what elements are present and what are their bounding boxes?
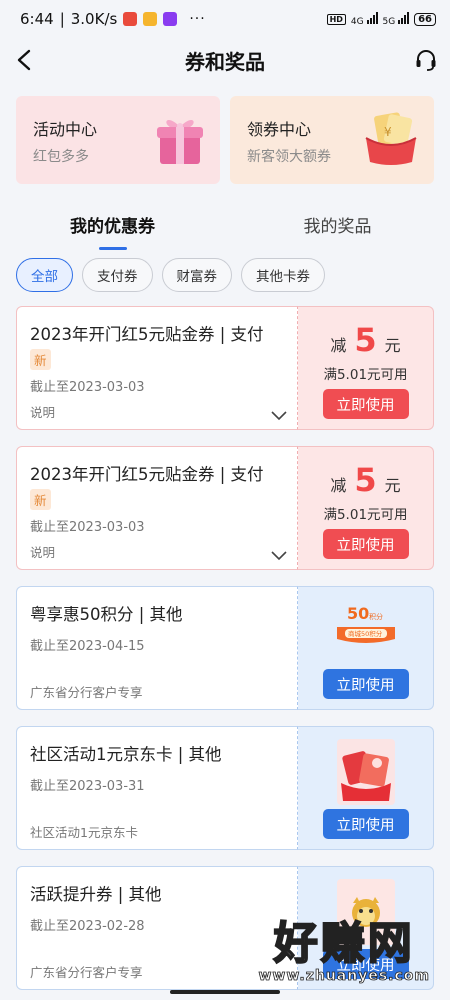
coupon-condition: 满5.01元可用 bbox=[323, 367, 408, 383]
filter-chip-other[interactable]: 其他卡券 bbox=[241, 258, 325, 292]
new-badge: 新 bbox=[30, 489, 51, 510]
chevron-down-icon[interactable] bbox=[271, 411, 287, 421]
points-amount: 50 bbox=[347, 604, 369, 623]
filter-chips: 全部 支付券 财富券 其他卡券 bbox=[0, 258, 450, 292]
net-speed: 3.0K/s bbox=[70, 10, 118, 28]
notification-app-icon bbox=[143, 12, 158, 26]
page-title: 券和奖品 bbox=[185, 49, 265, 74]
signal-icon: 5G bbox=[383, 11, 410, 27]
coupon-value-panel: 立即使用 bbox=[298, 726, 434, 850]
coupon-title: 活跃提升券 | 其他 bbox=[30, 885, 162, 904]
coupon-value-panel: 50 积分 商城50积分 立即使用 bbox=[298, 586, 434, 710]
coupon-description: 广东省分行客户专享 bbox=[30, 965, 143, 980]
more-notifications-icon: ··· bbox=[189, 11, 206, 27]
coupon-title: 粤享惠50积分 | 其他 bbox=[30, 605, 183, 624]
chevron-down-icon[interactable] bbox=[271, 551, 287, 561]
filter-chip-all[interactable]: 全部 bbox=[16, 258, 73, 292]
points-coupon-thumbnail: 50 积分 商城50积分 bbox=[336, 604, 395, 643]
points-label: 商城50积分 bbox=[348, 629, 383, 638]
notification-app-icon bbox=[163, 12, 178, 26]
use-now-button[interactable]: 立即使用 bbox=[322, 669, 409, 699]
coupon-amount: 减 5 元 bbox=[330, 461, 401, 499]
coupon-expiry: 截止至2023-02-28 bbox=[30, 919, 145, 934]
coupon-title: 社区活动1元京东卡 | 其他 bbox=[30, 745, 222, 764]
back-arrow-icon bbox=[17, 49, 31, 71]
coupon-expiry: 截止至2023-03-03 bbox=[30, 380, 145, 395]
red-envelope-icon: ¥ bbox=[365, 112, 417, 165]
gift-box-icon bbox=[157, 119, 203, 164]
coupon-value-panel: 减 5 元 满5.01元可用 立即使用 bbox=[298, 446, 434, 570]
coupon-description: 广东省分行客户专享 bbox=[30, 685, 143, 700]
coupon-list: 2023年开门红5元贴金券 | 支付 新 截止至2023-03-03 说明 减 … bbox=[0, 306, 450, 990]
headset-icon bbox=[416, 50, 436, 71]
coupon-title: 2023年开门红5元贴金券 | 支付 bbox=[30, 325, 264, 344]
coupon-info: 活跃提升券 | 其他 截止至2023-02-28 广东省分行客户专享 bbox=[16, 866, 298, 990]
use-now-button[interactable]: 立即使用 bbox=[322, 389, 409, 419]
back-button[interactable] bbox=[10, 46, 38, 74]
coupon-title: 2023年开门红5元贴金券 | 支付 bbox=[30, 465, 264, 484]
coupon-description: 社区活动1元京东卡 bbox=[30, 825, 138, 840]
hd-icon: HD bbox=[326, 13, 346, 25]
coupon-center-card[interactable]: 领券中心 新客领大额券 ¥ bbox=[230, 96, 434, 184]
coupon-description-link[interactable]: 说明 bbox=[30, 402, 55, 421]
activity-center-card[interactable]: 活动中心 红包多多 bbox=[16, 96, 220, 184]
filter-chip-payment[interactable]: 支付券 bbox=[82, 258, 153, 292]
coupon-card[interactable]: 2023年开门红5元贴金券 | 支付 新 截止至2023-03-03 说明 减 … bbox=[16, 446, 434, 570]
coupon-amount-value: 5 bbox=[354, 461, 377, 499]
coupon-amount: 减 5 元 bbox=[330, 321, 401, 359]
points-unit: 积分 bbox=[369, 612, 383, 621]
new-badge: 新 bbox=[30, 349, 51, 370]
use-now-button[interactable]: 立即使用 bbox=[322, 809, 409, 839]
watermark: 好赚网 www.zhuanyes.com bbox=[258, 918, 431, 985]
notification-app-icon bbox=[123, 12, 138, 26]
promo-cards: 活动中心 红包多多 领券中心 新客领大额券 ¥ bbox=[0, 96, 450, 184]
coupon-description-link[interactable]: 说明 bbox=[30, 542, 55, 561]
coupon-amount-value: 5 bbox=[354, 321, 377, 359]
watermark-url: www.zhuanyes.com bbox=[258, 968, 430, 985]
signal-icon: 4G bbox=[351, 11, 378, 27]
coupon-expiry: 截止至2023-03-03 bbox=[30, 520, 145, 535]
main-tabs: 我的优惠券 我的奖品 bbox=[0, 212, 450, 252]
tab-my-prizes[interactable]: 我的奖品 bbox=[225, 212, 450, 252]
yuan-mark: ¥ bbox=[384, 125, 392, 139]
coupon-info: 2023年开门红5元贴金券 | 支付 新 截止至2023-03-03 说明 bbox=[16, 306, 298, 430]
home-indicator[interactable] bbox=[170, 990, 280, 994]
coupon-expiry: 截止至2023-04-15 bbox=[30, 639, 145, 654]
coupon-condition: 满5.01元可用 bbox=[323, 507, 408, 523]
coupon-info: 社区活动1元京东卡 | 其他 截止至2023-03-31 社区活动1元京东卡 bbox=[16, 726, 298, 850]
coupon-card[interactable]: 粤享惠50积分 | 其他 截止至2023-04-15 广东省分行客户专享 50 … bbox=[16, 586, 434, 710]
coupon-info: 2023年开门红5元贴金券 | 支付 新 截止至2023-03-03 说明 bbox=[16, 446, 298, 570]
header: 券和奖品 bbox=[0, 38, 450, 82]
coupon-expiry: 截止至2023-03-31 bbox=[30, 779, 145, 794]
coupon-info: 粤享惠50积分 | 其他 截止至2023-04-15 广东省分行客户专享 bbox=[16, 586, 298, 710]
battery-icon: 66 bbox=[414, 12, 436, 26]
use-now-button[interactable]: 立即使用 bbox=[322, 529, 409, 559]
coupon-card[interactable]: 2023年开门红5元贴金券 | 支付 新 截止至2023-03-03 说明 减 … bbox=[16, 306, 434, 430]
status-time: 6:44 bbox=[20, 10, 54, 28]
coupon-card[interactable]: 社区活动1元京东卡 | 其他 截止至2023-03-31 社区活动1元京东卡 立… bbox=[16, 726, 434, 850]
coupon-value-panel: 减 5 元 满5.01元可用 立即使用 bbox=[298, 306, 434, 430]
status-bar: 6:44 | 3.0K/s ··· HD 4G 5G 66 bbox=[0, 0, 450, 38]
jd-card-thumbnail bbox=[336, 739, 395, 805]
watermark-text: 好赚网 bbox=[273, 918, 415, 969]
filter-chip-wealth[interactable]: 财富券 bbox=[161, 258, 232, 292]
tab-my-coupons[interactable]: 我的优惠券 bbox=[0, 212, 225, 252]
customer-service-button[interactable] bbox=[412, 46, 440, 74]
